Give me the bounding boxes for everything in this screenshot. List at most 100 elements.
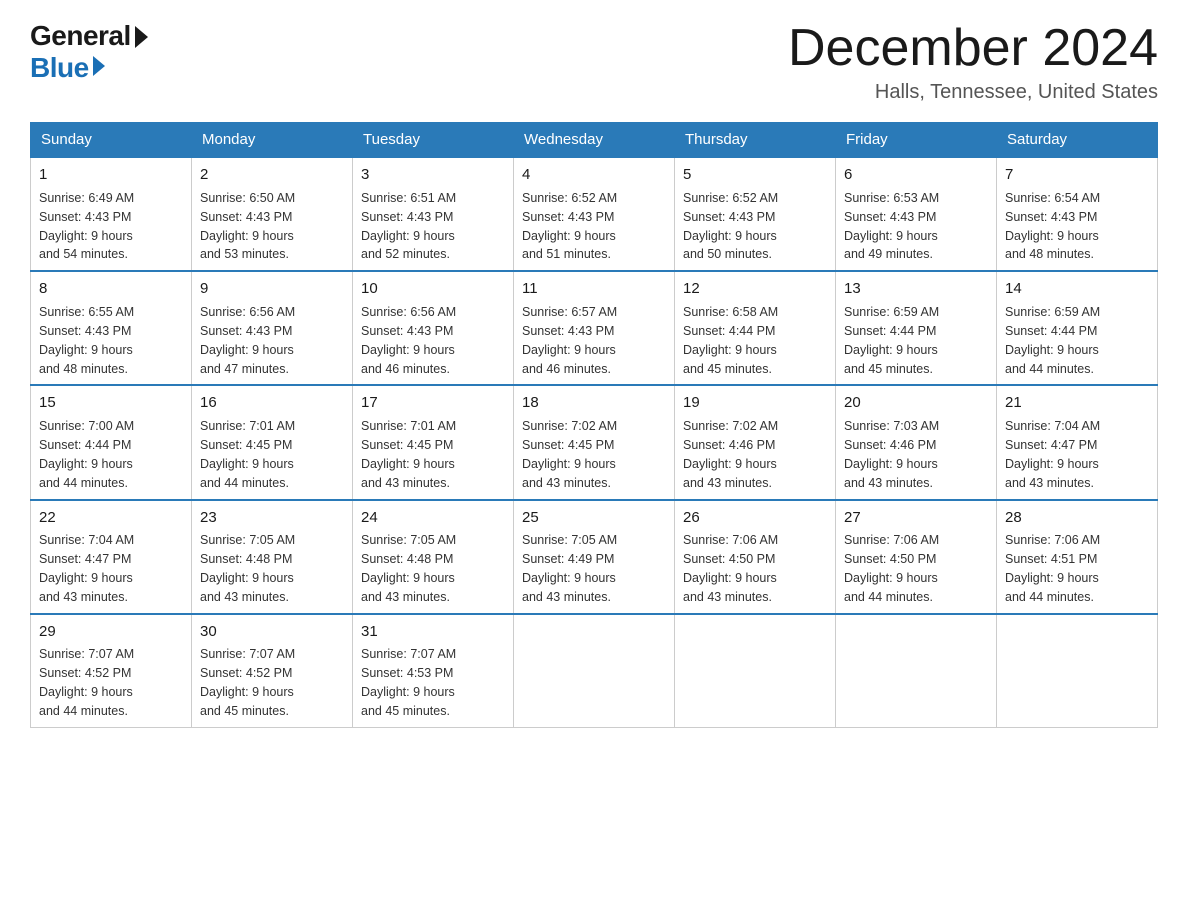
table-cell: 20 Sunrise: 7:03 AMSunset: 4:46 PMDaylig…: [836, 385, 997, 499]
day-info: Sunrise: 7:02 AMSunset: 4:46 PMDaylight:…: [683, 419, 778, 490]
day-info: Sunrise: 7:05 AMSunset: 4:49 PMDaylight:…: [522, 533, 617, 604]
day-number: 24: [361, 507, 505, 529]
day-number: 30: [200, 621, 344, 643]
day-info: Sunrise: 7:02 AMSunset: 4:45 PMDaylight:…: [522, 419, 617, 490]
day-number: 19: [683, 392, 827, 414]
day-info: Sunrise: 7:05 AMSunset: 4:48 PMDaylight:…: [361, 533, 456, 604]
header-friday: Friday: [836, 123, 997, 158]
day-number: 13: [844, 278, 988, 300]
table-cell: 26 Sunrise: 7:06 AMSunset: 4:50 PMDaylig…: [675, 500, 836, 614]
table-cell: 23 Sunrise: 7:05 AMSunset: 4:48 PMDaylig…: [192, 500, 353, 614]
day-info: Sunrise: 7:00 AMSunset: 4:44 PMDaylight:…: [39, 419, 134, 490]
week-row-4: 22 Sunrise: 7:04 AMSunset: 4:47 PMDaylig…: [31, 500, 1158, 614]
calendar-header-row: Sunday Monday Tuesday Wednesday Thursday…: [31, 123, 1158, 158]
week-row-5: 29 Sunrise: 7:07 AMSunset: 4:52 PMDaylig…: [31, 614, 1158, 728]
table-cell: 31 Sunrise: 7:07 AMSunset: 4:53 PMDaylig…: [353, 614, 514, 728]
day-number: 17: [361, 392, 505, 414]
week-row-3: 15 Sunrise: 7:00 AMSunset: 4:44 PMDaylig…: [31, 385, 1158, 499]
table-cell: 30 Sunrise: 7:07 AMSunset: 4:52 PMDaylig…: [192, 614, 353, 728]
day-number: 28: [1005, 507, 1149, 529]
day-info: Sunrise: 7:04 AMSunset: 4:47 PMDaylight:…: [39, 533, 134, 604]
day-number: 20: [844, 392, 988, 414]
day-number: 12: [683, 278, 827, 300]
day-info: Sunrise: 7:06 AMSunset: 4:50 PMDaylight:…: [844, 533, 939, 604]
table-cell: 24 Sunrise: 7:05 AMSunset: 4:48 PMDaylig…: [353, 500, 514, 614]
logo-arrow-icon: [93, 56, 105, 76]
table-cell: [675, 614, 836, 728]
day-info: Sunrise: 6:56 AMSunset: 4:43 PMDaylight:…: [361, 305, 456, 376]
day-info: Sunrise: 6:59 AMSunset: 4:44 PMDaylight:…: [1005, 305, 1100, 376]
day-info: Sunrise: 6:51 AMSunset: 4:43 PMDaylight:…: [361, 191, 456, 262]
day-number: 18: [522, 392, 666, 414]
day-info: Sunrise: 6:50 AMSunset: 4:43 PMDaylight:…: [200, 191, 295, 262]
header-tuesday: Tuesday: [353, 123, 514, 158]
header-monday: Monday: [192, 123, 353, 158]
table-cell: 3 Sunrise: 6:51 AMSunset: 4:43 PMDayligh…: [353, 157, 514, 271]
table-cell: [997, 614, 1158, 728]
day-info: Sunrise: 6:55 AMSunset: 4:43 PMDaylight:…: [39, 305, 134, 376]
day-info: Sunrise: 6:53 AMSunset: 4:43 PMDaylight:…: [844, 191, 939, 262]
header-saturday: Saturday: [997, 123, 1158, 158]
logo-blue-text: Blue: [30, 52, 105, 84]
day-info: Sunrise: 6:59 AMSunset: 4:44 PMDaylight:…: [844, 305, 939, 376]
calendar-table: Sunday Monday Tuesday Wednesday Thursday…: [30, 122, 1158, 728]
day-info: Sunrise: 6:58 AMSunset: 4:44 PMDaylight:…: [683, 305, 778, 376]
week-row-2: 8 Sunrise: 6:55 AMSunset: 4:43 PMDayligh…: [31, 271, 1158, 385]
day-info: Sunrise: 7:05 AMSunset: 4:48 PMDaylight:…: [200, 533, 295, 604]
day-info: Sunrise: 6:56 AMSunset: 4:43 PMDaylight:…: [200, 305, 295, 376]
day-number: 6: [844, 164, 988, 186]
day-number: 29: [39, 621, 183, 643]
table-cell: 14 Sunrise: 6:59 AMSunset: 4:44 PMDaylig…: [997, 271, 1158, 385]
day-info: Sunrise: 7:07 AMSunset: 4:53 PMDaylight:…: [361, 647, 456, 718]
table-cell: 17 Sunrise: 7:01 AMSunset: 4:45 PMDaylig…: [353, 385, 514, 499]
day-info: Sunrise: 6:49 AMSunset: 4:43 PMDaylight:…: [39, 191, 134, 262]
header-thursday: Thursday: [675, 123, 836, 158]
day-number: 26: [683, 507, 827, 529]
day-number: 1: [39, 164, 183, 186]
day-info: Sunrise: 6:52 AMSunset: 4:43 PMDaylight:…: [522, 191, 617, 262]
header-sunday: Sunday: [31, 123, 192, 158]
day-info: Sunrise: 7:06 AMSunset: 4:50 PMDaylight:…: [683, 533, 778, 604]
table-cell: 13 Sunrise: 6:59 AMSunset: 4:44 PMDaylig…: [836, 271, 997, 385]
table-cell: 12 Sunrise: 6:58 AMSunset: 4:44 PMDaylig…: [675, 271, 836, 385]
table-cell: 25 Sunrise: 7:05 AMSunset: 4:49 PMDaylig…: [514, 500, 675, 614]
table-cell: 10 Sunrise: 6:56 AMSunset: 4:43 PMDaylig…: [353, 271, 514, 385]
day-info: Sunrise: 7:06 AMSunset: 4:51 PMDaylight:…: [1005, 533, 1100, 604]
table-cell: 9 Sunrise: 6:56 AMSunset: 4:43 PMDayligh…: [192, 271, 353, 385]
day-number: 2: [200, 164, 344, 186]
table-cell: 28 Sunrise: 7:06 AMSunset: 4:51 PMDaylig…: [997, 500, 1158, 614]
day-number: 16: [200, 392, 344, 414]
day-number: 3: [361, 164, 505, 186]
table-cell: 15 Sunrise: 7:00 AMSunset: 4:44 PMDaylig…: [31, 385, 192, 499]
day-number: 15: [39, 392, 183, 414]
month-title: December 2024: [788, 20, 1158, 77]
table-cell: 29 Sunrise: 7:07 AMSunset: 4:52 PMDaylig…: [31, 614, 192, 728]
table-cell: 27 Sunrise: 7:06 AMSunset: 4:50 PMDaylig…: [836, 500, 997, 614]
table-cell: 22 Sunrise: 7:04 AMSunset: 4:47 PMDaylig…: [31, 500, 192, 614]
table-cell: 21 Sunrise: 7:04 AMSunset: 4:47 PMDaylig…: [997, 385, 1158, 499]
day-number: 27: [844, 507, 988, 529]
logo-general-text: General: [30, 20, 131, 52]
title-section: December 2024 Halls, Tennessee, United S…: [788, 20, 1158, 104]
day-info: Sunrise: 7:03 AMSunset: 4:46 PMDaylight:…: [844, 419, 939, 490]
logo: General Blue: [30, 20, 148, 84]
day-number: 14: [1005, 278, 1149, 300]
table-cell: 4 Sunrise: 6:52 AMSunset: 4:43 PMDayligh…: [514, 157, 675, 271]
day-number: 11: [522, 278, 666, 300]
page-header: General Blue December 2024 Halls, Tennes…: [30, 20, 1158, 104]
day-number: 4: [522, 164, 666, 186]
day-info: Sunrise: 7:07 AMSunset: 4:52 PMDaylight:…: [200, 647, 295, 718]
day-number: 31: [361, 621, 505, 643]
day-number: 8: [39, 278, 183, 300]
header-wednesday: Wednesday: [514, 123, 675, 158]
day-number: 21: [1005, 392, 1149, 414]
day-info: Sunrise: 6:57 AMSunset: 4:43 PMDaylight:…: [522, 305, 617, 376]
day-info: Sunrise: 7:01 AMSunset: 4:45 PMDaylight:…: [200, 419, 295, 490]
day-number: 10: [361, 278, 505, 300]
table-cell: 8 Sunrise: 6:55 AMSunset: 4:43 PMDayligh…: [31, 271, 192, 385]
table-cell: 7 Sunrise: 6:54 AMSunset: 4:43 PMDayligh…: [997, 157, 1158, 271]
table-cell: 11 Sunrise: 6:57 AMSunset: 4:43 PMDaylig…: [514, 271, 675, 385]
location-subtitle: Halls, Tennessee, United States: [788, 81, 1158, 104]
day-info: Sunrise: 7:04 AMSunset: 4:47 PMDaylight:…: [1005, 419, 1100, 490]
day-number: 7: [1005, 164, 1149, 186]
